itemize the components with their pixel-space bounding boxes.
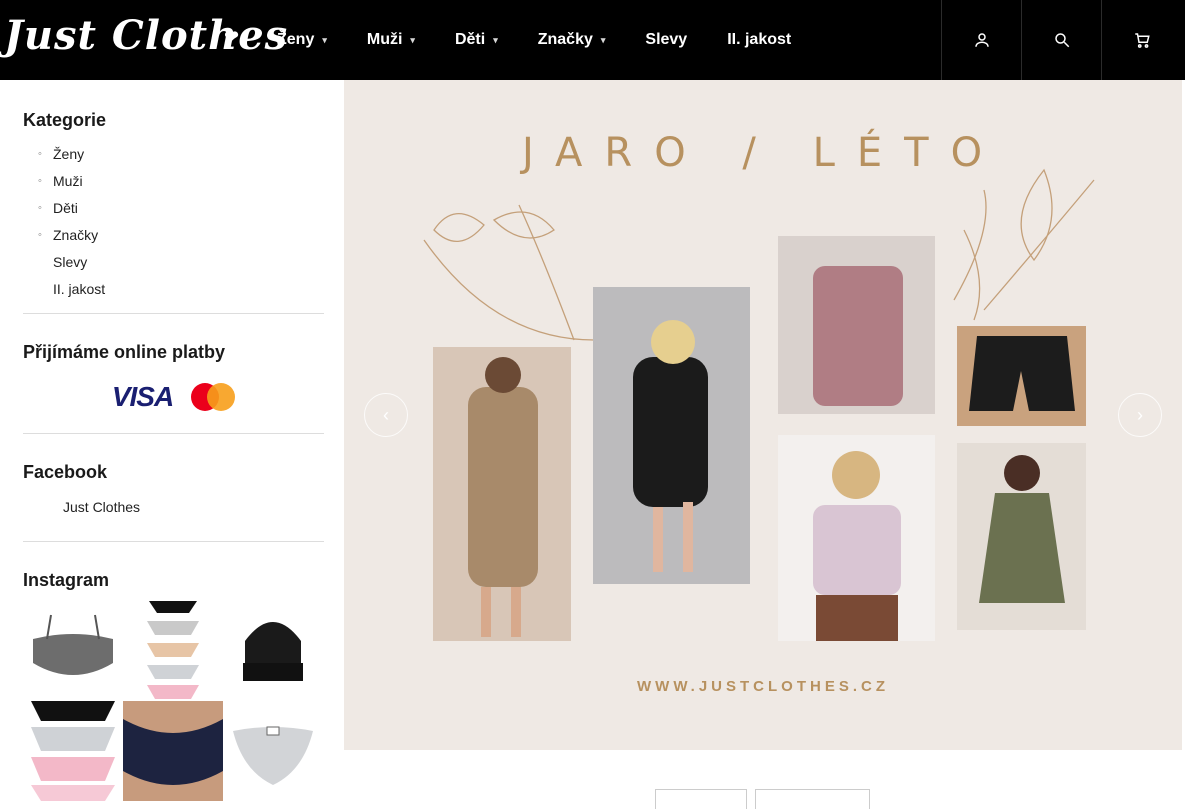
instagram-photo[interactable] [123,701,223,801]
cart-button[interactable] [1101,0,1181,80]
account-button[interactable] [941,0,1021,80]
divider [23,313,324,314]
slider-prev-button[interactable]: ‹ [364,393,408,437]
model-photo-beige-dress [433,347,571,641]
category-item-deti[interactable]: ◦ Děti [23,199,324,226]
model-photo-black-dress [593,287,750,584]
nav-item-deti[interactable]: Děti ▾ [455,31,498,49]
category-item-zeny[interactable]: ◦ Ženy [23,145,324,172]
instagram-grid [23,601,324,801]
chevron-right-icon: › [1137,404,1143,425]
model-photo-green-dress [957,443,1086,630]
bullet-icon: ◦ [38,148,42,160]
nav-item-zeny[interactable]: Ženy ▾ [277,31,327,49]
divider [23,541,324,542]
slider-next-button[interactable]: › [1118,393,1162,437]
site-logo[interactable]: Just Clothes [4,12,288,59]
nav-item-muzi[interactable]: Muži ▾ [367,31,415,49]
cart-icon [1134,33,1150,48]
visa-logo: VISA [111,381,174,412]
payment-logos: VISA [23,381,324,413]
instagram-photo[interactable] [223,701,323,801]
product-photo-black-shorts [957,326,1086,426]
categories-heading: Kategorie [23,110,107,130]
user-icon [974,33,989,47]
instagram-photo[interactable] [23,601,123,701]
category-item-ii-jakost[interactable]: II. jakost [23,280,324,307]
category-item-slevy[interactable]: Slevy [23,253,324,280]
bullet-icon: ◦ [38,175,42,187]
sidebar: Kategorie ◦ Ženy ◦ Muži ◦ Děti ◦ Značky Slev… [23,80,324,801]
nav-item-slevy[interactable]: Slevy [645,31,687,49]
hero-banner[interactable]: JARO / LÉTO WWW.JUSTCLOTHES.CZ ‹ › [344,80,1182,750]
category-item-znacky[interactable]: ◦ Značky [23,226,324,253]
divider [23,433,324,434]
chevron-down-icon: ▾ [493,34,498,45]
instagram-photo[interactable] [123,601,223,701]
mastercard-logo [191,383,236,411]
instagram-photo[interactable] [23,701,123,801]
top-navigation: Just Clothes ❤ Ženy ▾ Muži ▾ Děti ▾ Značky ▾… [0,0,1185,80]
banner-title: JARO / LÉTO [521,130,1005,176]
banner-url: WWW.JUSTCLOTHES.CZ [637,678,889,695]
chevron-down-icon: ▾ [410,34,415,45]
search-icon [1054,33,1069,48]
content-tab[interactable] [755,789,870,809]
main-menu: Ženy ▾ Muži ▾ Děti ▾ Značky ▾ Slevy II. jako… [277,0,831,80]
bullet-icon: ◦ [38,229,42,241]
nav-item-ii-jakost[interactable]: II. jakost [727,31,791,49]
bullet-icon: ◦ [38,202,42,214]
search-button[interactable] [1021,0,1101,80]
facebook-heading: Facebook [23,462,108,482]
facebook-link[interactable]: Just Clothes [23,499,324,515]
category-item-muzi[interactable]: ◦ Muži [23,172,324,199]
model-photo-pink-top [778,236,935,414]
chevron-down-icon: ▾ [600,34,606,45]
category-list: ◦ Ženy ◦ Muži ◦ Děti ◦ Značky Slevy II. jako… [23,145,324,307]
heart-icon[interactable]: ❤ [224,27,239,48]
instagram-heading: Instagram [23,570,110,590]
content-tab[interactable] [655,789,747,809]
chevron-left-icon: ‹ [383,404,389,425]
payments-heading: Přijímáme online platby [23,342,226,362]
model-photo-blouse [778,435,935,641]
instagram-photo[interactable] [223,601,323,701]
nav-item-znacky[interactable]: Značky ▾ [538,31,606,49]
chevron-down-icon: ▾ [322,34,327,45]
